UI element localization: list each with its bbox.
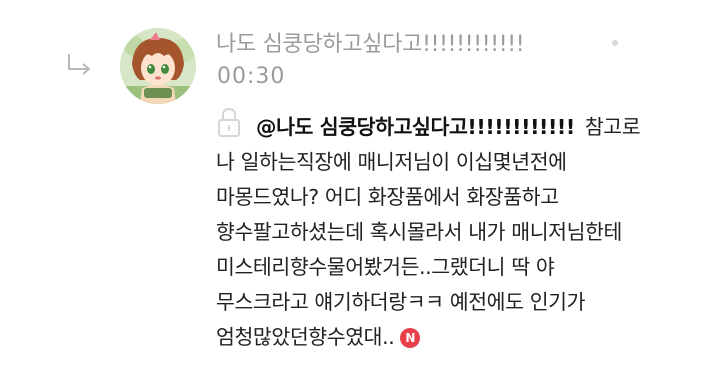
avatar[interactable] — [120, 28, 196, 104]
comment-line: 무스크라고 얘기하더랑ㅋㅋ 예전에도 인기가 — [216, 290, 586, 314]
avatar-image — [120, 28, 196, 104]
comment-body: @나도 심쿵당하고싶다고!!!!!!!!!!!! 참고로 나 일하는직장에 매니저… — [216, 110, 702, 355]
comment-line: 나 일하는직장에 매니저님이 이십몇년전에 — [216, 150, 567, 174]
comment-line: @나도 심쿵당하고싶다고!!!!!!!!!!!! 참고로 — [216, 110, 702, 145]
comment-text: 참고로 — [584, 115, 641, 139]
comment-line: 미스테리향수물어봤거든..그랬더니 딱 야 — [216, 255, 555, 279]
mention-link[interactable]: @나도 심쿵당하고싶다고!!!!!!!!!!!! — [256, 115, 575, 139]
new-badge: N — [400, 328, 421, 348]
separator-dot — [612, 40, 618, 46]
comment-line: 엄청많았던향수였대.. N — [216, 320, 702, 355]
timestamp: 00:30 — [217, 64, 286, 89]
comment-line: 마몽드였나? 어디 화장품에서 화장품하고 — [216, 185, 559, 209]
comment-line: 향수팔고하셨는데 혹시몰라서 내가 매니저님한테 — [216, 220, 623, 244]
reply-arrow-icon — [68, 54, 91, 75]
comment-text: 엄청많았던향수였대.. — [216, 325, 395, 349]
author-name[interactable]: 나도 심쿵당하고싶다고!!!!!!!!!!!! — [216, 26, 525, 58]
reply-comment: 나도 심쿵당하고싶다고!!!!!!!!!!!! 00:30 @나도 심쿵당하고싶… — [0, 0, 720, 379]
